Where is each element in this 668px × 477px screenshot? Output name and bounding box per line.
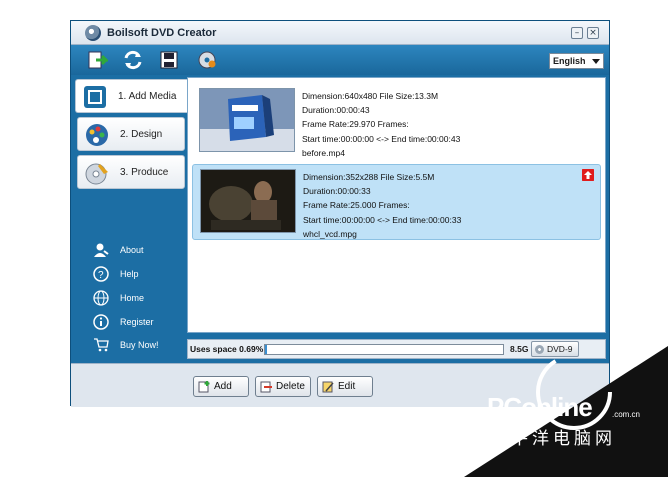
watermark-brand: PConline — [487, 392, 593, 422]
language-select[interactable]: English — [549, 53, 604, 69]
help-icon: ? — [93, 266, 109, 282]
media-info: Dimension:352x288 File Size:5.5M Duratio… — [303, 170, 461, 241]
media-filename: whcl_vcd.mpg — [303, 228, 357, 239]
watermark-chinese: 太平洋电脑网 — [490, 429, 616, 449]
media-time-range: Start time:00:00:00 <-> End time:00:00:4… — [302, 133, 461, 144]
close-button[interactable]: × — [587, 27, 599, 39]
media-duration: Duration:00:00:43 — [302, 105, 370, 116]
palette-icon — [86, 124, 108, 146]
edit-icon — [322, 381, 334, 393]
delete-label: Delete — [276, 381, 305, 392]
save-icon[interactable] — [157, 49, 181, 71]
move-up-icon[interactable] — [582, 169, 594, 181]
space-progress-fill — [265, 345, 267, 354]
disc-icon — [85, 163, 108, 185]
chevron-down-icon — [592, 59, 600, 64]
media-frame-rate: Frame Rate:25.000 Frames: — [303, 200, 410, 211]
add-icon — [198, 381, 210, 393]
edit-button[interactable]: Edit — [317, 376, 373, 397]
register-label: Register — [120, 317, 154, 327]
disc-type-button[interactable]: DVD-9 — [531, 341, 579, 357]
title-bar: Boilsoft DVD Creator – × — [71, 21, 609, 45]
space-progress — [264, 344, 504, 355]
language-value: English — [553, 56, 586, 66]
media-item[interactable]: Dimension:640x480 File Size:13.3M Durati… — [192, 84, 601, 160]
add-file-icon[interactable] — [85, 49, 109, 71]
media-time-range: Start time:00:00:00 <-> End time:00:00:3… — [303, 214, 462, 225]
video-thumbnail — [199, 88, 295, 152]
register-link[interactable]: Register — [93, 313, 183, 333]
media-dimension: Dimension:352x288 File Size:5.5M — [303, 172, 435, 182]
about-label: About — [120, 245, 144, 255]
media-duration: Duration:00:00:33 — [303, 186, 371, 197]
add-button[interactable]: Add — [193, 376, 249, 397]
space-used-label: Uses space 0.69% — [190, 344, 264, 354]
disc-type-label: DVD-9 — [547, 344, 573, 354]
about-link[interactable]: About — [93, 241, 183, 261]
user-icon — [94, 243, 109, 257]
delete-button[interactable]: Delete — [255, 376, 311, 397]
convert-icon[interactable] — [121, 49, 145, 71]
burn-disc-icon[interactable] — [195, 49, 219, 71]
cart-icon — [94, 338, 109, 352]
film-icon — [84, 86, 106, 108]
media-list[interactable]: Dimension:640x480 File Size:13.3M Durati… — [187, 77, 606, 333]
info-icon — [93, 314, 109, 330]
disc-icon — [535, 345, 544, 354]
svg-text:?: ? — [98, 270, 104, 281]
step-label: 1. Add Media — [118, 91, 177, 102]
media-frame-rate: Frame Rate:29.970 Frames: — [302, 119, 409, 130]
toolbar: English — [71, 45, 609, 75]
step-design[interactable]: 2. Design — [77, 117, 185, 151]
disc-capacity: 8.5G — [510, 344, 529, 354]
globe-icon — [93, 290, 109, 306]
help-label: Help — [120, 269, 139, 279]
window-title: Boilsoft DVD Creator — [107, 27, 217, 39]
minimize-button[interactable]: – — [571, 27, 583, 39]
step-label: 2. Design — [120, 129, 163, 140]
buy-now-label: Buy Now! — [120, 340, 159, 350]
app-logo-icon — [85, 25, 101, 41]
media-dimension: Dimension:640x480 File Size:13.3M — [302, 91, 439, 101]
video-thumbnail — [200, 169, 296, 233]
edit-label: Edit — [338, 381, 356, 392]
step-produce[interactable]: 3. Produce — [77, 155, 185, 189]
add-label: Add — [214, 381, 232, 392]
help-link[interactable]: ? Help — [93, 265, 183, 285]
disc-space-bar: Uses space 0.69% 8.5G DVD-9 — [187, 339, 606, 359]
app-window: Boilsoft DVD Creator – × English 1. Add … — [70, 20, 610, 407]
delete-icon — [260, 381, 272, 393]
media-item-selected[interactable]: Dimension:352x288 File Size:5.5M Duratio… — [192, 164, 601, 240]
home-label: Home — [120, 293, 145, 303]
watermark-domain: .com.cn — [612, 410, 641, 419]
step-label: 3. Produce — [120, 167, 169, 178]
home-link[interactable]: Home — [93, 289, 183, 309]
step-add-media[interactable]: 1. Add Media — [75, 79, 187, 113]
buy-now-link[interactable]: Buy Now! — [93, 336, 183, 356]
media-filename: before.mp4 — [302, 147, 345, 158]
media-info: Dimension:640x480 File Size:13.3M Durati… — [302, 89, 460, 160]
